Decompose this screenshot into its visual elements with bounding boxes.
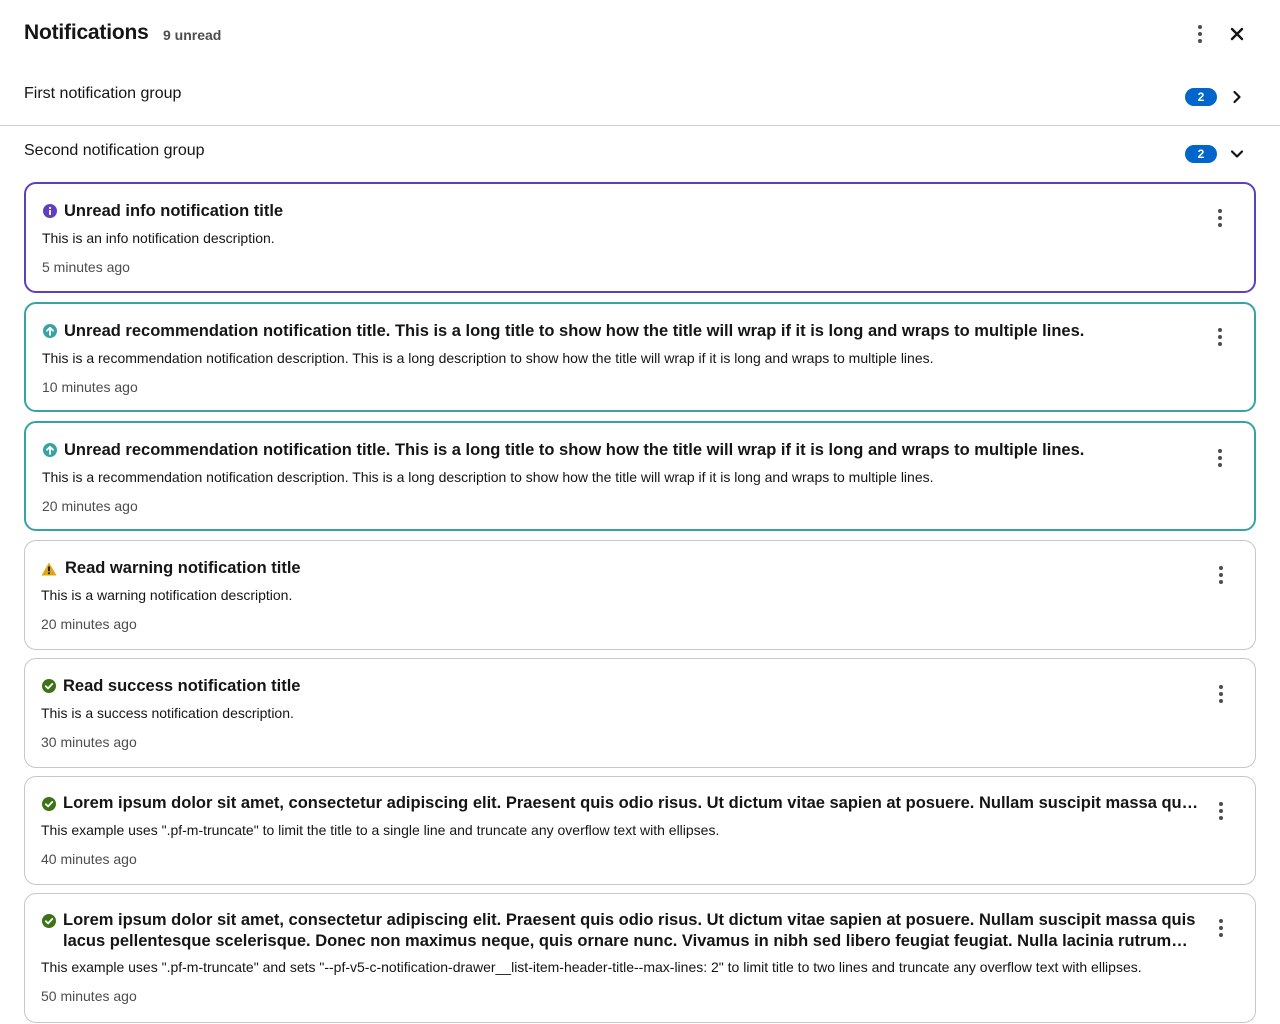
notification-timestamp: 30 minutes ago (41, 734, 137, 750)
notification-drawer: Notifications 9 unread First notificatio… (0, 0, 1280, 1024)
drawer-header: Notifications 9 unread (0, 0, 1280, 68)
notification-title: Unread info notification title (64, 202, 284, 220)
group-title: Second notification group (24, 142, 205, 159)
notification-description: This is a warning notification descripti… (41, 587, 293, 603)
close-icon[interactable] (1223, 20, 1251, 48)
notification-description: This is an info notification description… (42, 230, 275, 246)
notification-timestamp: 50 minutes ago (41, 988, 137, 1004)
notification-item[interactable]: Read success notification title This is … (24, 658, 1256, 768)
chevron-right-icon (1233, 90, 1241, 104)
notification-item[interactable]: Unread recommendation notification title… (24, 421, 1256, 531)
check-circle-icon (41, 913, 57, 929)
notification-item[interactable]: Lorem ipsum dolor sit amet, consectetur … (24, 776, 1256, 885)
notification-actions-kebab-icon[interactable] (1209, 797, 1233, 825)
check-circle-icon (41, 796, 57, 812)
notification-title: Unread recommendation notification title… (64, 441, 1085, 459)
notification-actions-kebab-icon[interactable] (1209, 680, 1233, 708)
notification-description: This example uses ".pf-m-truncate" to li… (41, 822, 720, 838)
notification-timestamp: 5 minutes ago (42, 259, 130, 275)
notification-timestamp: 20 minutes ago (42, 498, 138, 514)
group-title: First notification group (24, 85, 182, 102)
notification-item[interactable]: Read warning notification title This is … (24, 540, 1256, 650)
notification-description: This example uses ".pf-m-truncate" and s… (41, 959, 1142, 975)
notification-item[interactable]: Lorem ipsum dolor sit amet, consectetur … (24, 893, 1256, 1023)
notification-item[interactable]: Unread recommendation notification title… (24, 302, 1256, 412)
group-count-badge: 2 (1185, 145, 1217, 163)
notification-description: This is a recommendation notification de… (42, 350, 934, 366)
group-count-badge: 2 (1185, 88, 1217, 106)
group-toggle-second[interactable]: Second notification group 2 (0, 126, 1280, 182)
info-circle-icon (42, 203, 58, 219)
unread-count: 9 unread (163, 27, 222, 43)
notification-title: Unread recommendation notification title… (64, 322, 1085, 340)
notification-title: Lorem ipsum dolor sit amet, consectetur … (63, 794, 1199, 812)
drawer-title: Notifications (24, 21, 149, 44)
notification-title: Read success notification title (63, 677, 301, 695)
notification-description: This is a recommendation notification de… (42, 469, 934, 485)
notification-actions-kebab-icon[interactable] (1209, 561, 1233, 589)
arrow-up-circle-icon (42, 323, 58, 339)
check-circle-icon (41, 678, 57, 694)
notification-actions-kebab-icon[interactable] (1208, 444, 1232, 472)
chevron-down-icon (1230, 150, 1244, 158)
arrow-up-circle-icon (42, 442, 58, 458)
group-toggle-first[interactable]: First notification group 2 (0, 69, 1280, 125)
notification-actions-kebab-icon[interactable] (1209, 914, 1233, 942)
header-actions-kebab-icon[interactable] (1186, 20, 1214, 48)
notification-item[interactable]: Unread info notification title This is a… (24, 182, 1256, 293)
notification-actions-kebab-icon[interactable] (1208, 204, 1232, 232)
notification-timestamp: 20 minutes ago (41, 616, 137, 632)
notification-title: Lorem ipsum dolor sit amet, consectetur … (63, 911, 1196, 950)
notification-timestamp: 40 minutes ago (41, 851, 137, 867)
notification-actions-kebab-icon[interactable] (1208, 323, 1232, 351)
warning-triangle-icon (41, 561, 57, 577)
notification-timestamp: 10 minutes ago (42, 379, 138, 395)
notification-description: This is a success notification descripti… (41, 705, 294, 721)
notification-title: Read warning notification title (65, 559, 301, 577)
